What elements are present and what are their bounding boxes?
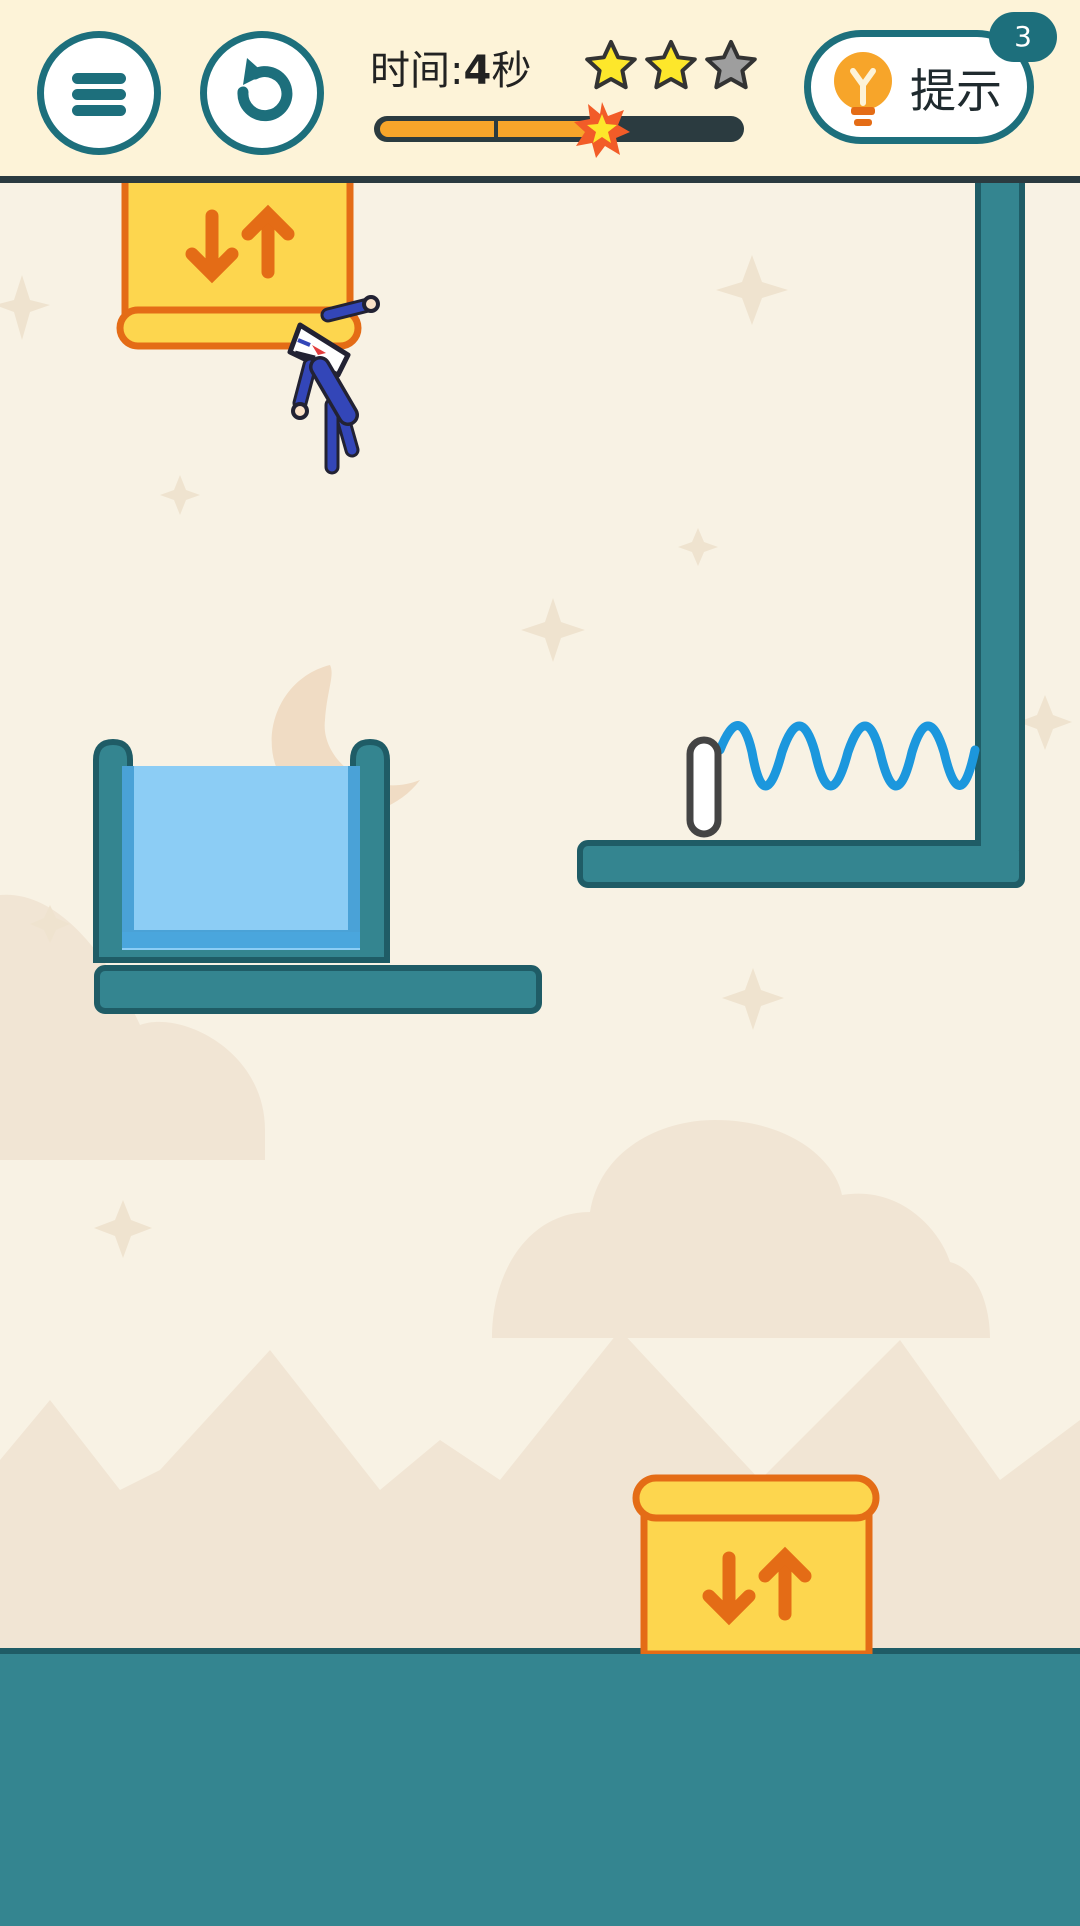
star-rating [585,40,757,90]
water-tank [93,738,390,963]
time-label: 时间: [370,48,464,94]
restart-button[interactable] [200,31,324,155]
spring-plunger[interactable] [686,736,722,838]
time-value: 4 [463,48,492,94]
portal-bottom[interactable] [628,1474,888,1654]
spring [686,721,980,838]
progress-marker-burst-icon [574,102,630,158]
lightbulb-icon [834,52,892,126]
star-empty-icon [705,40,757,90]
time-display: 时间:4秒 [370,38,531,96]
progress-star-threshold [494,118,498,140]
star-filled-icon [645,40,697,90]
hint-label: 提示 [910,64,1002,118]
water-body [122,766,360,950]
menu-button[interactable] [37,31,161,155]
time-unit: 秒 [491,48,532,94]
left-shelf-platform [94,965,542,1014]
hint-count-badge: 3 [989,12,1057,62]
stickman-character[interactable] [270,295,400,475]
time-progress-fill [380,121,595,137]
star-filled-icon [585,40,637,90]
restart-arrow-icon [237,58,293,122]
